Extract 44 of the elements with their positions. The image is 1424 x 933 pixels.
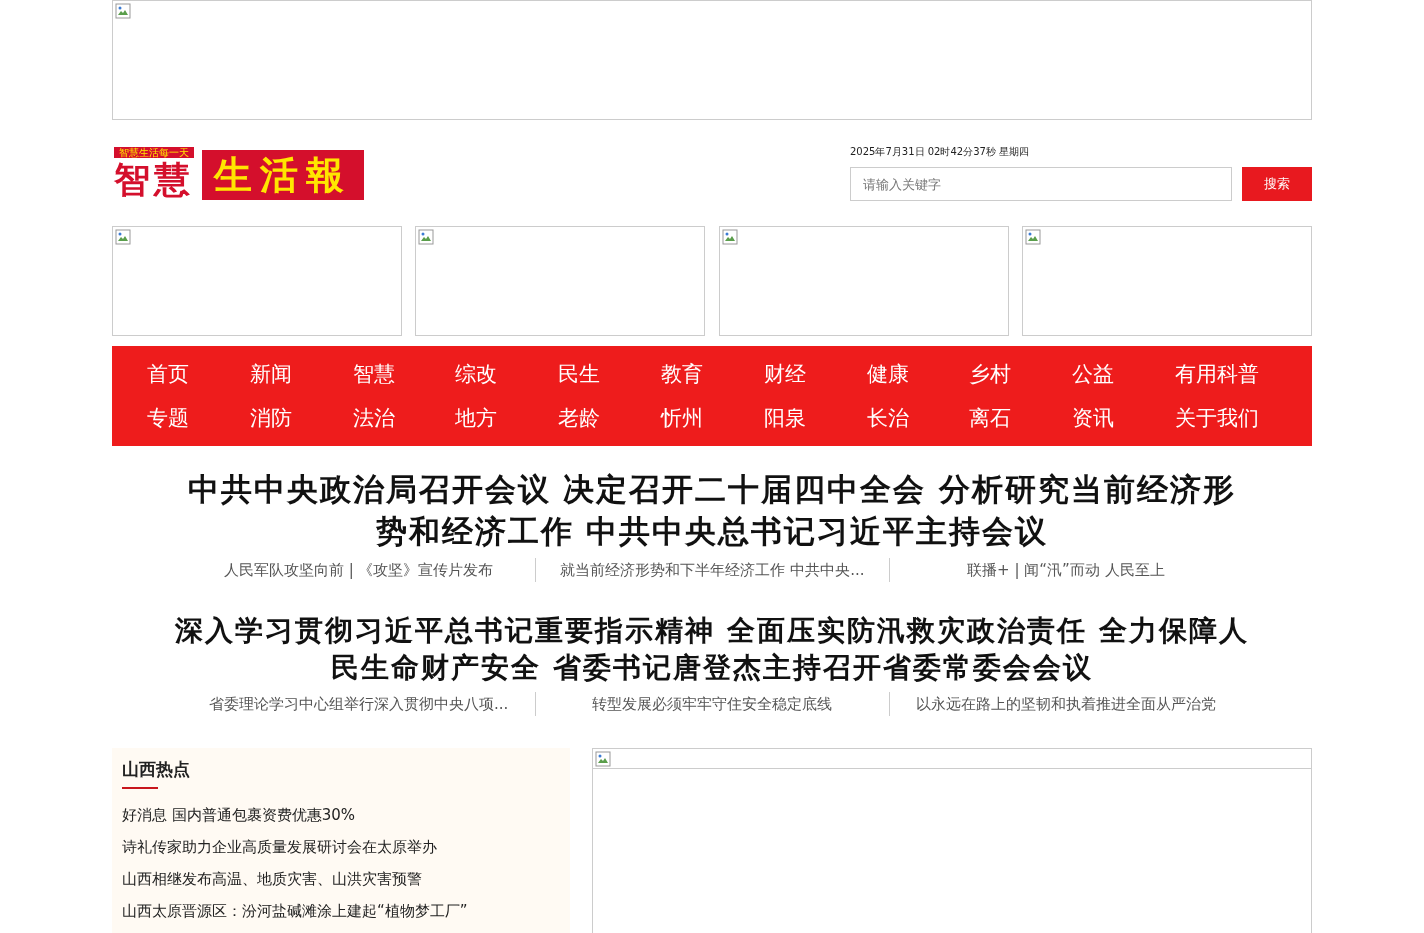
nav-link[interactable]: 首页 [147,360,189,388]
broken-image-icon [721,229,738,245]
section-title: 山西热点 [122,758,190,781]
nav-link[interactable]: 阳泉 [763,404,806,432]
nav-link[interactable]: 法治 [352,404,395,432]
nav-link[interactable]: 公益 [1072,360,1115,388]
news-link[interactable]: 诗礼传家助力企业高质量发展研讨会在太原举办 [122,831,560,863]
nav-link[interactable]: 健康 [866,360,909,388]
news-link[interactable]: 以永远在路上的坚韧和执着推进全面从严治党 [915,695,1216,713]
nav-link[interactable]: 忻州 [661,404,703,432]
broken-image-icon [595,751,611,767]
nav-link[interactable]: 关于我们 [1174,404,1259,432]
headline[interactable]: 中共中央政治局召开会议 决定召开二十届四中全会 分析研究当前经济形势和经济工作 中共中央总书记习近平主持会议 [172,468,1252,552]
nav-link[interactable]: 新闻 [249,360,292,388]
search-field[interactable]: 请输入关键字 [850,167,1232,201]
news-link[interactable]: 山西相继发布高温、地质灾害、山洪灾害预警 [122,863,560,895]
nav-link[interactable]: 老龄 [558,404,601,432]
nav-link[interactable]: 长治 [866,404,909,432]
nav-link[interactable]: 地方 [455,404,498,432]
date-time: 2025年7月31日 02时42分37秒 星期四 [850,145,1031,159]
broken-image-icon [115,229,131,245]
nav-link[interactable]: 专题 [147,404,189,432]
news-link[interactable]: 好消息 国内普通包裹资费优惠30% [122,799,560,831]
broken-image-icon [418,229,435,245]
broken-image-icon [115,3,131,19]
nav-link[interactable]: 资讯 [1072,404,1115,432]
news-link[interactable]: 就当前经济形势和下半年经济工作 中共中央... [560,561,865,579]
nav-link[interactable]: 教育 [661,360,703,388]
nav-link[interactable]: 有用科普 [1174,360,1259,388]
headline[interactable]: 深入学习贯彻习近平总书记重要指示精神 全面压实防汛救灾政治责任 全力保障人民生命财产安全 省委书记唐登杰主持召开省委常委会会议 [172,612,1252,686]
nav-link[interactable]: 离石 [969,404,1012,432]
news-link[interactable]: 山西太原晋源区：汾河盐碱滩涂上建起“植物梦工厂” [122,895,560,927]
news-link[interactable]: 人民军队攻坚向前 | 《攻坚》宣传片发布 [223,561,494,579]
nav-link[interactable]: 综改 [455,360,498,388]
nav-link[interactable]: 财经 [763,360,806,388]
news-link[interactable]: 转型发展必须牢牢守住安全稳定底线 [592,695,833,713]
news-link[interactable]: 省委理论学习中心组举行深入贯彻中央八项... [209,695,509,713]
news-link[interactable]: 联播+ | 闻“汛”而动 人民至上 [967,561,1165,579]
nav-link[interactable]: 民生 [558,360,601,388]
broken-image-icon [1025,229,1041,245]
nav-link[interactable]: 乡村 [969,360,1012,388]
nav-link[interactable]: 消防 [249,404,292,432]
nav-link[interactable]: 智慧 [352,360,395,388]
search-button[interactable]: 搜索 [1242,167,1312,201]
